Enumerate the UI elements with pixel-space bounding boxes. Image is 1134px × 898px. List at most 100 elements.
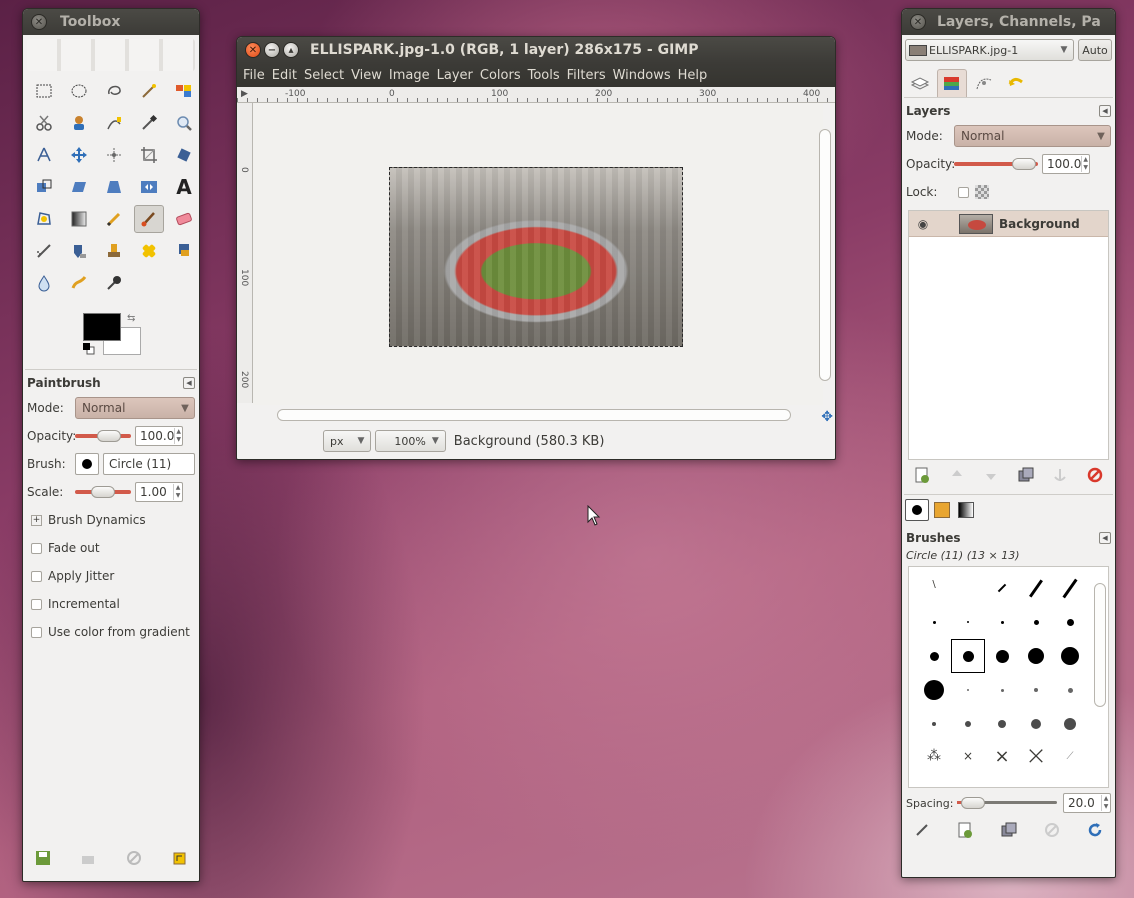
stadium-photo[interactable] <box>389 167 683 347</box>
minimize-icon[interactable]: − <box>264 42 280 58</box>
image-canvas[interactable] <box>253 103 823 405</box>
menu-image[interactable]: Image <box>389 68 430 83</box>
duplicate-layer-icon[interactable] <box>1018 467 1034 487</box>
zoom-combo[interactable]: 100% ▼ <box>375 430 446 452</box>
layers-dock-titlebar[interactable]: ✕ Layers, Channels, Pa <box>902 9 1115 35</box>
menu-edit[interactable]: Edit <box>272 68 297 83</box>
brush-item[interactable]: \ <box>917 567 951 601</box>
eraser-icon[interactable] <box>169 205 199 233</box>
spacing-spinbutton[interactable]: 20.0 ▲ ▼ <box>1063 793 1111 813</box>
free-select-icon[interactable] <box>99 77 129 105</box>
tab-layers[interactable] <box>905 69 935 97</box>
image-select-combo[interactable]: ELLISPARK.jpg-1 ▼ <box>905 39 1074 61</box>
lower-layer-icon[interactable] <box>983 467 999 487</box>
brush-item[interactable] <box>951 707 985 741</box>
brush-item[interactable] <box>1019 571 1053 605</box>
tab-menu-icon[interactable]: ◀ <box>183 377 195 389</box>
brush-item[interactable] <box>985 707 1019 741</box>
menu-view[interactable]: View <box>351 68 382 83</box>
swap-colors-icon[interactable]: ⇆ <box>127 313 135 324</box>
move-icon[interactable] <box>64 141 94 169</box>
delete-layer-icon[interactable] <box>1087 467 1103 487</box>
save-options-icon[interactable] <box>33 849 53 867</box>
close-icon[interactable]: ✕ <box>31 14 47 30</box>
brush-item[interactable] <box>1053 673 1087 707</box>
brush-item[interactable] <box>917 605 951 639</box>
lock-pixels-checkbox[interactable] <box>958 186 969 198</box>
color-picker-icon[interactable] <box>134 109 164 137</box>
paintbrush-icon[interactable] <box>134 205 164 233</box>
menu-select[interactable]: Select <box>304 68 344 83</box>
fade-out-checkbox[interactable]: Fade out <box>23 534 199 562</box>
brush-item[interactable] <box>917 673 951 707</box>
brush-item[interactable] <box>951 605 985 639</box>
scale-spinbutton[interactable]: 1.00 ▲ ▼ <box>135 482 183 502</box>
fuzzy-select-icon[interactable] <box>134 77 164 105</box>
brush-item[interactable]: × <box>1019 739 1053 773</box>
reset-options-icon[interactable] <box>169 849 189 867</box>
tab-brushes[interactable] <box>905 499 929 521</box>
crop-icon[interactable] <box>134 141 164 169</box>
brush-item[interactable] <box>1053 707 1087 741</box>
tab-menu-icon[interactable]: ◀ <box>1099 532 1111 544</box>
apply-jitter-checkbox[interactable]: Apply Jitter <box>23 562 199 590</box>
tab-gradients[interactable] <box>955 499 977 521</box>
delete-brush-icon[interactable] <box>1044 822 1060 842</box>
menu-colors[interactable]: Colors <box>480 68 521 83</box>
dodge-burn-icon[interactable] <box>99 269 129 297</box>
toolbox-titlebar[interactable]: ✕ Toolbox <box>23 9 199 35</box>
menu-tools[interactable]: Tools <box>528 68 560 83</box>
smudge-icon[interactable] <box>64 269 94 297</box>
tab-undo-history[interactable] <box>1001 69 1031 97</box>
brush-item[interactable] <box>1019 605 1053 639</box>
perspective-clone-icon[interactable] <box>169 237 199 265</box>
new-layer-icon[interactable] <box>914 467 930 487</box>
close-icon[interactable]: ✕ <box>245 42 261 58</box>
vertical-ruler[interactable]: 0 100 200 <box>237 103 253 403</box>
brush-item[interactable] <box>985 639 1019 673</box>
new-brush-icon[interactable] <box>957 822 973 842</box>
brush-item[interactable] <box>1019 707 1053 741</box>
incremental-checkbox[interactable]: Incremental <box>23 590 199 618</box>
opacity-slider[interactable] <box>75 429 131 443</box>
cage-icon[interactable] <box>29 205 59 233</box>
brush-scrollbar[interactable] <box>1094 583 1106 707</box>
navigate-icon[interactable]: ✥ <box>821 409 833 425</box>
layer-list[interactable]: ◉ Background <box>908 210 1109 460</box>
blur-icon[interactable] <box>29 269 59 297</box>
scale-slider[interactable] <box>75 485 131 499</box>
anchor-layer-icon[interactable] <box>1052 467 1068 487</box>
menu-layer[interactable]: Layer <box>437 68 473 83</box>
rotate-icon[interactable] <box>169 141 199 169</box>
brush-item[interactable]: ⁂ <box>917 739 951 773</box>
opacity-spinbutton[interactable]: 100.0 ▲ ▼ <box>135 426 183 446</box>
brush-name-field[interactable]: Circle (11) <box>103 453 195 475</box>
scissors-select-icon[interactable] <box>29 109 59 137</box>
shear-icon[interactable] <box>64 173 94 201</box>
heal-icon[interactable] <box>134 237 164 265</box>
pencil-icon[interactable] <box>99 205 129 233</box>
brush-item[interactable] <box>1019 639 1053 673</box>
vertical-scrollbar[interactable] <box>819 113 831 397</box>
brush-grid[interactable]: \ ⁂ × × × ⟋ <box>908 566 1109 788</box>
flip-icon[interactable] <box>134 173 164 201</box>
brush-item[interactable] <box>985 605 1019 639</box>
brush-item[interactable] <box>985 673 1019 707</box>
measure-icon[interactable] <box>29 141 59 169</box>
tab-patterns[interactable] <box>931 499 953 521</box>
clone-icon[interactable] <box>99 237 129 265</box>
rect-select-icon[interactable] <box>29 77 59 105</box>
eye-icon[interactable]: ◉ <box>909 217 937 231</box>
restore-options-icon[interactable] <box>78 849 98 867</box>
tab-paths[interactable] <box>969 69 999 97</box>
brush-item[interactable] <box>1019 673 1053 707</box>
foreground-color-swatch[interactable] <box>83 313 121 341</box>
raise-layer-icon[interactable] <box>949 467 965 487</box>
layer-opacity-spinbutton[interactable]: 100.0 ▲ ▼ <box>1042 154 1090 174</box>
unit-combo[interactable]: px ▼ <box>323 430 372 452</box>
mode-combo[interactable]: Normal ▼ <box>75 397 195 419</box>
refresh-brushes-icon[interactable] <box>1087 822 1103 842</box>
auto-button[interactable]: Auto <box>1078 39 1112 61</box>
brush-item[interactable] <box>917 639 951 673</box>
tab-menu-icon[interactable]: ◀ <box>1099 105 1111 117</box>
